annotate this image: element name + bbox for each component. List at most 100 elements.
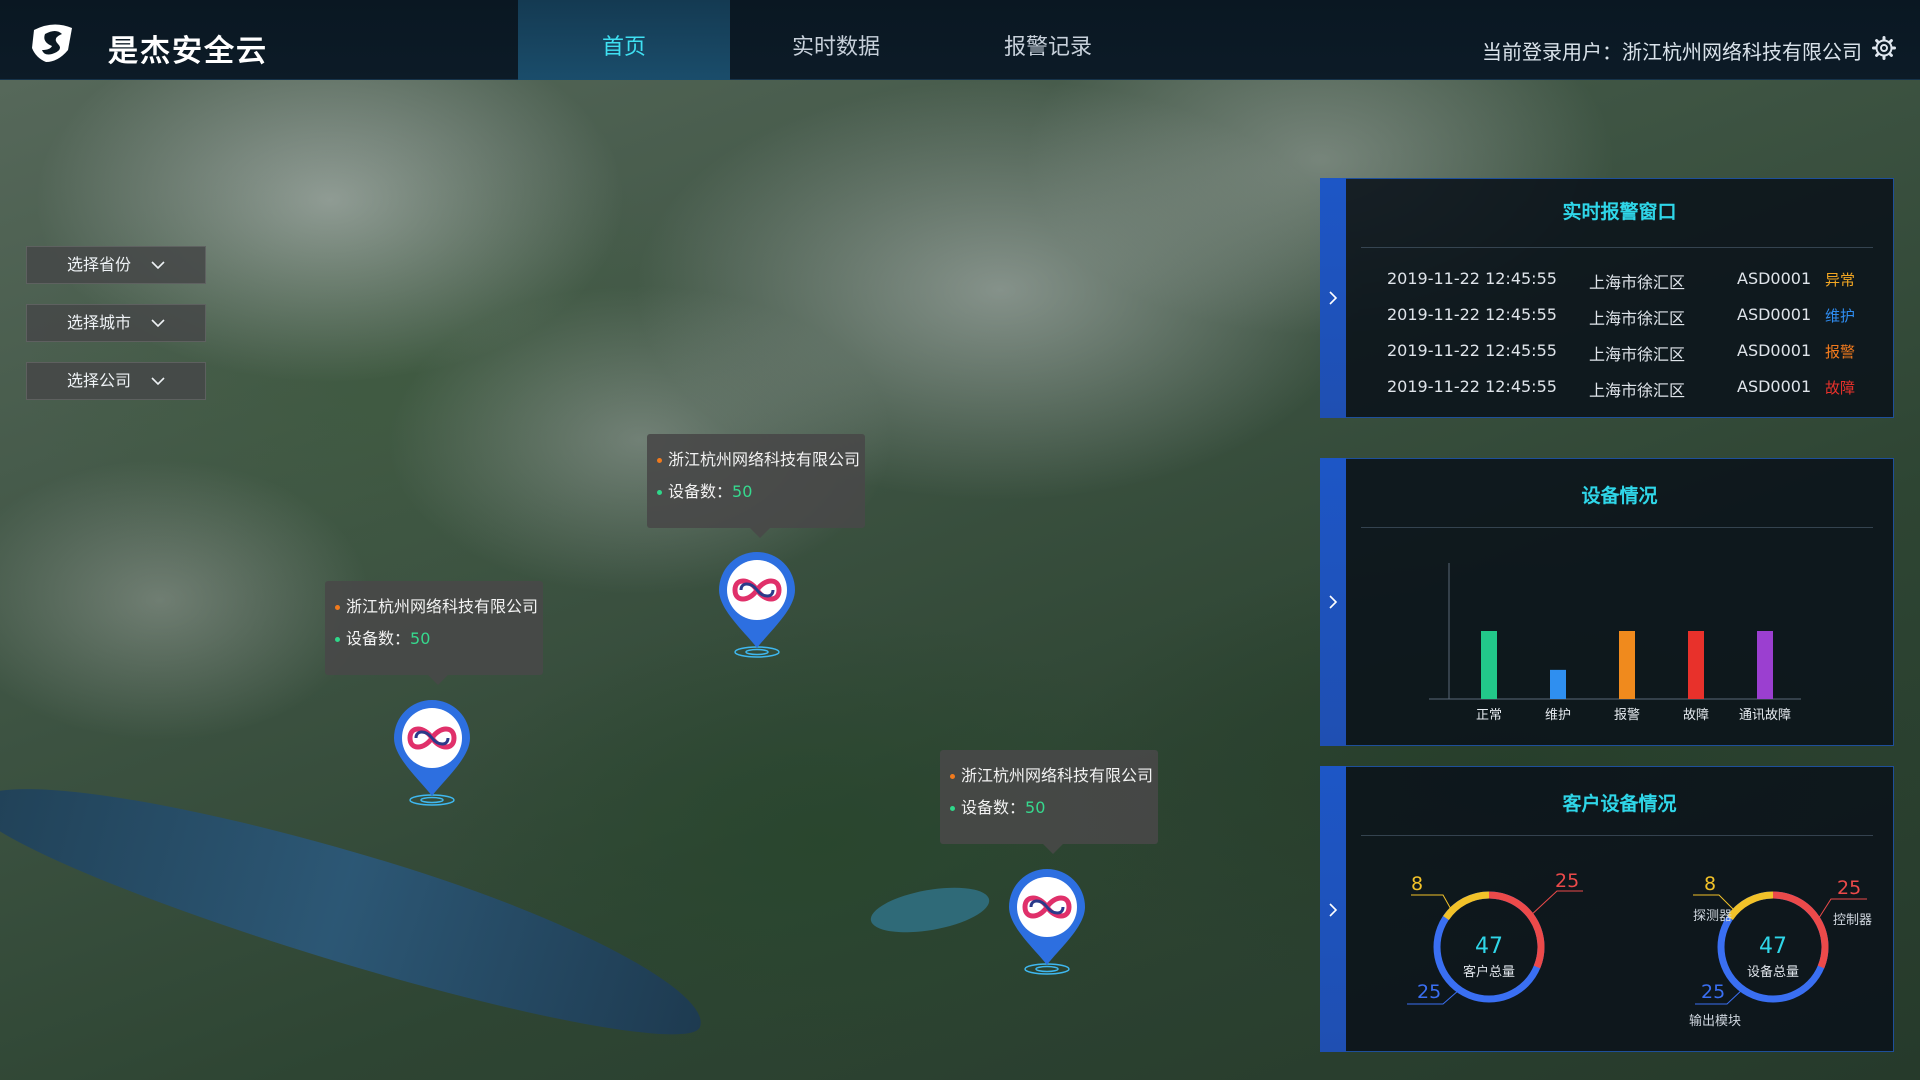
location-pin-icon[interactable] [715,548,799,660]
panel-divider [1361,247,1873,248]
callout-label: 输出模块 [1689,1013,1741,1029]
device-panel: 设备情况 正常 维护 报警 故障 通讯故障 [1320,458,1894,746]
alarm-panel-toggle[interactable] [1320,178,1346,418]
marker-company: 浙江杭州网络科技有限公司 [346,597,539,616]
callout-value-blue: 25 [1701,981,1725,1003]
current-user: 当前登录用户：浙江杭州网络科技有限公司 [1482,36,1862,65]
customer-panel-toggle[interactable] [1320,766,1346,1052]
chevron-right-icon [1329,595,1338,609]
location-pin-icon[interactable] [1005,865,1089,977]
panel-divider [1361,835,1873,836]
bar-category-label: 报警 [1614,707,1640,723]
city-select-label: 选择城市 [67,313,132,332]
bar-category-label: 通讯故障 [1739,708,1791,723]
ring-total: 47 [1759,934,1787,959]
alarm-time: 2019-11-22 12:45:55 [1387,341,1557,360]
tooltip-device-line: 设备数：50 [950,796,1158,828]
bullet-dot [657,490,662,495]
customer-panel-title: 客户设备情况 [1562,793,1677,815]
ring-segment-yellow [1443,891,1490,921]
alarm-row[interactable]: 2019-11-22 12:45:55 上海市徐汇区 ASD0001 维护 [1387,305,1873,341]
alarm-status: 维护 [1825,307,1856,325]
callout-value-blue: 25 [1417,981,1441,1003]
alarm-status: 故障 [1825,379,1856,397]
province-select[interactable]: 选择省份 [26,246,206,284]
alarm-time: 2019-11-22 12:45:55 [1387,377,1557,396]
alarm-device-id: ASD0001 [1737,377,1812,396]
location-pin-icon[interactable] [390,696,474,808]
bullet-dot [335,637,340,642]
alarm-row[interactable]: 2019-11-22 12:45:55 上海市徐汇区 ASD0001 异常 [1387,269,1873,305]
marker-tooltip: 浙江杭州网络科技有限公司 设备数：50 [647,434,865,538]
alarm-device-id: ASD0001 [1737,269,1812,288]
marker-company: 浙江杭州网络科技有限公司 [668,450,861,469]
tab-realtime-data[interactable]: 实时数据 [730,0,942,80]
alarm-status: 异常 [1825,271,1856,289]
alarm-time: 2019-11-22 12:45:55 [1387,269,1557,288]
callout-value-yellow: 8 [1704,873,1716,895]
alarm-row[interactable]: 2019-11-22 12:45:55 上海市徐汇区 ASD0001 报警 [1387,341,1873,377]
chevron-down-icon [151,377,165,386]
ring-segment-yellow [1727,891,1774,921]
callout-line [1528,890,1583,918]
tab-home[interactable]: 首页 [518,0,730,80]
device-count: 50 [1025,798,1046,817]
alarm-row[interactable]: 2019-11-22 12:45:55 上海市徐汇区 ASD0001 故障 [1387,377,1873,413]
device-count-label: 设备数： [961,798,1026,817]
callout-value-yellow: 8 [1411,873,1423,895]
device-panel-toggle[interactable] [1320,458,1346,746]
tooltip-device-line: 设备数：50 [657,480,865,512]
alarm-time: 2019-11-22 12:45:55 [1387,305,1557,324]
bar-3[interactable] [1688,631,1704,699]
alarm-panel: 实时报警窗口 2019-11-22 12:45:55 上海市徐汇区 ASD000… [1320,178,1894,418]
marker-tooltip: 浙江杭州网络科技有限公司 设备数：50 [940,750,1158,854]
bullet-dot [950,806,955,811]
customer-rings: 47 客户总量 8 25 25 47 设备总量 8 探测器 25 控制器 25 … [1407,870,1872,1029]
ring-label: 客户总量 [1463,964,1515,980]
bullet-dot [950,774,955,779]
device-bar-chart: 正常 维护 报警 故障 通讯故障 [1429,563,1801,723]
callout-value-red: 25 [1555,870,1579,892]
alarm-status: 报警 [1825,343,1856,361]
customer-ring: 47 客户总量 8 25 25 [1407,870,1583,1005]
city-select[interactable]: 选择城市 [26,304,206,342]
callout-value-red: 25 [1837,877,1861,899]
alarm-location: 上海市徐汇区 [1589,309,1686,328]
province-select-label: 选择省份 [67,255,132,274]
company-select-label: 选择公司 [67,371,132,390]
user-name: 浙江杭州网络科技有限公司 [1622,40,1862,64]
panel-divider [1361,527,1873,528]
gear-icon[interactable] [1872,36,1896,60]
chevron-down-icon [151,319,165,328]
main-nav: 首页 实时数据 报警记录 [518,0,1154,80]
bar-1[interactable] [1550,669,1566,699]
app-title: 是杰安全云 [108,34,268,69]
chevron-down-icon [151,261,165,270]
company-select[interactable]: 选择公司 [26,362,206,400]
alarm-location: 上海市徐汇区 [1589,273,1686,292]
alarm-panel-title: 实时报警窗口 [1562,201,1677,223]
callout-label: 控制器 [1833,913,1872,928]
bullet-dot [657,458,662,463]
ring-total: 47 [1475,934,1503,959]
alarm-device-id: ASD0001 [1737,305,1812,324]
alarm-location: 上海市徐汇区 [1589,345,1686,364]
callout-line [1411,894,1453,912]
tab-alarm-records[interactable]: 报警记录 [942,0,1154,80]
map-pond [867,879,993,941]
bar-2[interactable] [1619,631,1635,699]
bar-0[interactable] [1481,631,1497,699]
device-count-label: 设备数： [346,629,411,648]
map-lake [0,741,720,1069]
alarm-location: 上海市徐汇区 [1589,381,1686,400]
bar-4[interactable] [1757,631,1773,699]
tooltip-company-line: 浙江杭州网络科技有限公司 [950,764,1158,796]
device-count: 50 [410,629,431,648]
marker-tooltip: 浙江杭州网络科技有限公司 设备数：50 [325,581,543,685]
bar-category-label: 正常 [1476,708,1502,723]
callout-label: 探测器 [1693,909,1732,924]
bar-category-label: 故障 [1683,708,1709,723]
tooltip-company-line: 浙江杭州网络科技有限公司 [335,595,543,627]
device-count-label: 设备数： [668,482,733,501]
chevron-right-icon [1329,291,1338,305]
